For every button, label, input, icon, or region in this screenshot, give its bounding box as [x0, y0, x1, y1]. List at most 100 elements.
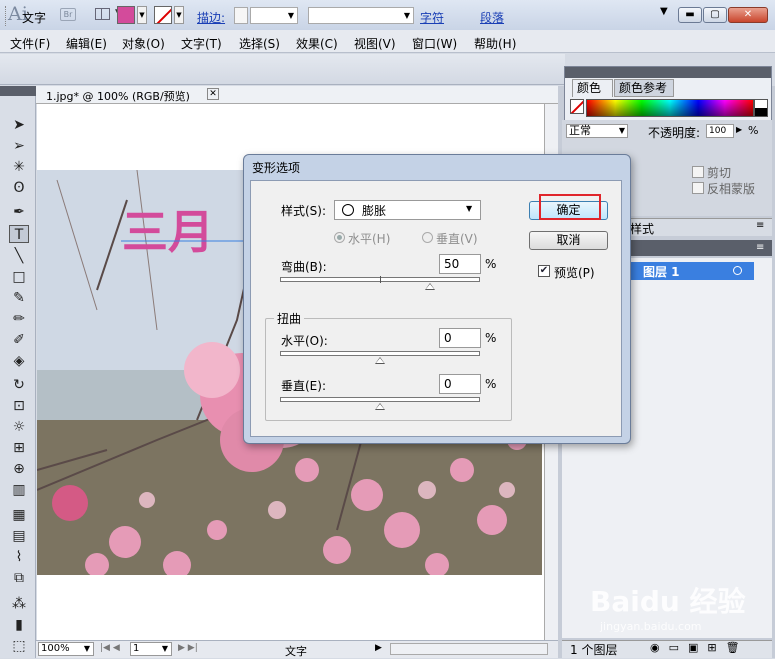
menu-window[interactable]: 窗口(W)	[412, 35, 457, 52]
warped-text[interactable]: 三月	[122, 205, 214, 259]
none-swatch[interactable]	[570, 99, 584, 114]
black-white-swatch[interactable]	[754, 99, 768, 117]
direct-selection-tool-icon[interactable]: ➢	[9, 137, 29, 155]
stroke-color-swatch[interactable]	[154, 6, 172, 24]
pen-tool-icon[interactable]: ✒	[9, 203, 29, 221]
next-artboard-icon[interactable]: ▶ ▶|	[178, 643, 198, 653]
menu-select[interactable]: 选择(S)	[239, 35, 280, 52]
graph-tool-icon[interactable]: ▥	[9, 481, 29, 499]
distort-horizontal-track[interactable]	[280, 351, 480, 356]
bend-field[interactable]: 50	[439, 254, 481, 274]
artboard-dropdown[interactable]: 1 ▼	[130, 642, 172, 656]
style-dropdown[interactable]	[334, 200, 481, 220]
free-transform-tool-icon[interactable]: ⊞	[9, 439, 29, 457]
fill-color-swatch[interactable]	[117, 6, 135, 24]
document-close-icon[interactable]: ✕	[207, 88, 219, 100]
distort-vertical-track[interactable]	[280, 397, 480, 402]
invert-mask-checkbox[interactable]	[692, 182, 704, 194]
scale-tool-icon[interactable]: ⊡	[9, 397, 29, 415]
blend-arrow-icon[interactable]: ▼	[619, 125, 625, 137]
panel-menu-icon[interactable]: ≡	[756, 220, 764, 231]
invert-mask-label: 反相蒙版	[707, 182, 756, 196]
control-bar	[0, 54, 565, 85]
layers-menu-icon[interactable]: ≡	[756, 242, 764, 253]
opacity-field[interactable]: 100	[706, 124, 734, 138]
lasso-tool-icon[interactable]: ʘ	[9, 179, 29, 197]
stroke-link[interactable]: 描边:	[197, 9, 225, 26]
graphic-styles-tab[interactable]: 样式	[630, 220, 654, 237]
column-graph-tool-icon[interactable]: ▮	[9, 616, 29, 634]
line-tool-icon[interactable]: ╲	[9, 247, 29, 265]
rectangle-tool-icon[interactable]: □	[9, 268, 29, 286]
zoom-arrow-icon[interactable]: ▼	[84, 643, 90, 655]
vertical-radio[interactable]	[422, 232, 433, 243]
tab-color-guide[interactable]: 颜色参考	[614, 79, 674, 97]
zoom-dropdown[interactable]: 100% ▼	[38, 642, 94, 656]
distort-vertical-field[interactable]: 0	[439, 374, 481, 394]
distort-vertical-thumb[interactable]	[375, 403, 385, 410]
gradient-tool-icon[interactable]: ▤	[9, 527, 29, 545]
clip-checkbox[interactable]	[692, 166, 704, 178]
menu-help[interactable]: 帮助(H)	[474, 35, 516, 52]
inflate-icon	[342, 204, 354, 216]
symbol-sprayer-tool-icon[interactable]: ⁂	[9, 595, 29, 613]
shape-builder-tool-icon[interactable]: ⊕	[9, 460, 29, 478]
mesh-tool-icon[interactable]: ▦	[9, 506, 29, 524]
ok-highlight-box	[539, 194, 601, 220]
first-artboard-icon[interactable]: |◀ ◀	[100, 643, 120, 653]
blend-tool-icon[interactable]: ⧉	[9, 569, 29, 587]
magic-wand-tool-icon[interactable]: ✳	[9, 158, 29, 176]
maximize-button[interactable]: ▢	[703, 7, 727, 23]
artboard-tool-icon[interactable]: ⬚	[9, 637, 29, 655]
stroke-weight-stepper[interactable]	[234, 7, 248, 24]
layer-target-icon[interactable]	[733, 266, 742, 275]
menu-view[interactable]: 视图(V)	[354, 35, 396, 52]
bend-center-tick	[380, 276, 381, 283]
bridge-button[interactable]: Br	[60, 8, 76, 21]
fill-dropdown-icon[interactable]: ▼	[137, 6, 147, 24]
minimize-button[interactable]: ▬	[678, 7, 702, 23]
stroke-dropdown-icon[interactable]: ▼	[174, 6, 184, 24]
tab-color[interactable]: 颜色	[572, 79, 613, 97]
rotate-tool-icon[interactable]: ↻	[9, 376, 29, 394]
preview-checkbox[interactable]: ✔	[538, 265, 550, 277]
color-panel-header[interactable]	[565, 67, 771, 78]
stroke-weight-dropdown[interactable]: ▼	[250, 7, 298, 24]
cancel-button[interactable]: 取消	[529, 231, 608, 250]
eyedropper-tool-icon[interactable]: ⌇	[9, 548, 29, 566]
bend-slider-thumb[interactable]	[425, 283, 435, 290]
menu-effect[interactable]: 效果(C)	[296, 35, 338, 52]
layer-action-icons[interactable]: ◉▭▣⊞🗑	[650, 641, 749, 654]
close-button[interactable]: ✕	[728, 7, 768, 23]
document-tab-label: 1.jpg* @ 100% (RGB/预览)	[46, 90, 190, 103]
eraser-tool-icon[interactable]: ◈	[9, 352, 29, 370]
workspace-arrow-icon[interactable]: ▼	[660, 6, 668, 17]
color-spectrum[interactable]	[586, 99, 754, 117]
chevron-down-icon[interactable]: ▼	[466, 204, 472, 213]
arrange-documents-icon[interactable]	[95, 8, 110, 20]
warp-tool-icon[interactable]: ☼	[9, 418, 29, 436]
opacity-label: 不透明度:	[648, 126, 701, 140]
status-menu-icon[interactable]: ▶	[375, 643, 382, 653]
paragraph-link[interactable]: 段落	[480, 9, 504, 26]
menu-file[interactable]: 文件(F)	[10, 35, 50, 52]
pencil-tool-icon[interactable]: ✏	[9, 310, 29, 328]
artboard-arrow-icon[interactable]: ▼	[162, 643, 168, 655]
selection-tool-icon[interactable]: ➤	[9, 116, 29, 134]
paintbrush-tool-icon[interactable]: ✎	[9, 289, 29, 307]
style-dropdown[interactable]: ▼	[308, 7, 414, 24]
menu-object[interactable]: 对象(O)	[122, 35, 165, 52]
type-tool-icon[interactable]: T	[9, 225, 29, 243]
toolbox-header[interactable]	[0, 86, 36, 96]
distort-horizontal-field[interactable]: 0	[439, 328, 481, 348]
horizontal-radio[interactable]	[334, 232, 345, 243]
menu-type[interactable]: 文字(T)	[181, 35, 222, 52]
blend-mode-dropdown[interactable]: 正常 ▼	[566, 124, 628, 138]
grip-handle[interactable]	[5, 6, 8, 26]
distort-horizontal-thumb[interactable]	[375, 357, 385, 364]
character-link[interactable]: 字符	[420, 9, 444, 26]
blob-brush-tool-icon[interactable]: ✐	[9, 331, 29, 349]
menu-edit[interactable]: 编辑(E)	[66, 35, 107, 52]
opacity-arrow-icon[interactable]: ▶	[736, 125, 742, 134]
horizontal-scrollbar[interactable]	[390, 643, 548, 655]
